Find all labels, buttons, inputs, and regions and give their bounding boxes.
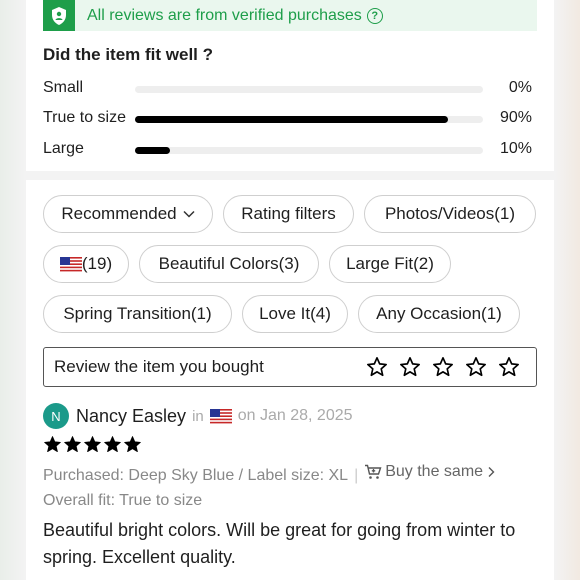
reviewer-name: Nancy Easley bbox=[76, 405, 187, 426]
spring-transition-chip[interactable]: Spring Transition(1) bbox=[43, 295, 232, 333]
review-rating-stars bbox=[43, 435, 142, 454]
overall-fit: Overall fit: True to size bbox=[43, 492, 203, 509]
beautiful-colors-label: Beautiful Colors(3) bbox=[158, 254, 300, 273]
star-outline-icon[interactable] bbox=[399, 356, 421, 378]
reviewer-header: N Nancy Easley in on Jan 28, 2025 bbox=[43, 402, 353, 430]
love-it-chip[interactable]: Love It(4) bbox=[242, 295, 348, 333]
cart-icon bbox=[365, 464, 382, 479]
star-filled-icon bbox=[104, 436, 121, 453]
fit-progress-bar bbox=[135, 116, 483, 123]
review-item-prompt[interactable]: Review the item you bought bbox=[43, 347, 537, 387]
any-occasion-chip[interactable]: Any Occasion(1) bbox=[358, 295, 520, 333]
fit-progress-fill bbox=[135, 147, 170, 154]
buy-the-same-label: Buy the same bbox=[385, 463, 484, 480]
shield-check-icon bbox=[43, 0, 75, 31]
fit-row-percent: 90% bbox=[499, 109, 532, 126]
purchased-variant: Purchased: Deep Sky Blue / Label size: X… bbox=[43, 467, 349, 484]
star-outline-icon[interactable] bbox=[498, 356, 520, 378]
fit-row-label: Small bbox=[43, 79, 84, 96]
any-occasion-label: Any Occasion(1) bbox=[376, 304, 502, 323]
us-reviews-count: (19) bbox=[81, 254, 113, 273]
fit-row-label: True to size bbox=[43, 109, 126, 126]
star-filled-icon bbox=[124, 436, 141, 453]
photos-videos-chip[interactable]: Photos/Videos(1) bbox=[364, 195, 536, 233]
beautiful-colors-chip[interactable]: Beautiful Colors(3) bbox=[139, 245, 319, 283]
fit-question-title: Did the item fit well ? bbox=[43, 45, 214, 64]
purchase-info: Purchased: Deep Sky Blue / Label size: X… bbox=[43, 463, 495, 485]
reviewer-in-text: in bbox=[192, 407, 204, 425]
us-reviews-chip[interactable]: (19) bbox=[43, 245, 129, 283]
verified-purchases-text: All reviews are from verified purchases bbox=[87, 6, 362, 24]
large-fit-label: Large Fit(2) bbox=[346, 254, 434, 273]
fit-progress-bar bbox=[135, 86, 483, 93]
fit-row-percent: 10% bbox=[499, 140, 532, 157]
star-outline-icon[interactable] bbox=[432, 356, 454, 378]
rating-filters-label: Rating filters bbox=[241, 204, 336, 223]
chevron-right-icon bbox=[488, 467, 495, 477]
star-filled-icon bbox=[84, 436, 101, 453]
separator: | bbox=[354, 467, 359, 484]
chevron-down-icon bbox=[183, 210, 195, 218]
review-date: on Jan 28, 2025 bbox=[237, 407, 353, 424]
fit-row-large: Large 10% bbox=[43, 139, 537, 161]
fit-row-label: Large bbox=[43, 140, 84, 157]
large-fit-chip[interactable]: Large Fit(2) bbox=[329, 245, 451, 283]
help-icon[interactable]: ? bbox=[366, 7, 383, 24]
photos-videos-label: Photos/Videos(1) bbox=[384, 204, 516, 223]
fit-row-small: Small 0% bbox=[43, 78, 537, 100]
review-prompt-text: Review the item you bought bbox=[54, 357, 264, 376]
spring-transition-label: Spring Transition(1) bbox=[63, 304, 212, 323]
fit-row-percent: 0% bbox=[508, 79, 532, 96]
star-rating-input[interactable] bbox=[366, 356, 520, 378]
fit-progress-bar bbox=[135, 147, 483, 154]
buy-the-same-link[interactable]: Buy the same bbox=[364, 463, 495, 481]
fit-progress-fill bbox=[135, 116, 449, 123]
verified-purchases-banner: All reviews are from verified purchases … bbox=[43, 0, 537, 31]
star-filled-icon bbox=[44, 436, 61, 453]
rating-filters-chip[interactable]: Rating filters bbox=[223, 195, 354, 233]
us-flag-icon bbox=[59, 256, 82, 272]
avatar: N bbox=[43, 403, 69, 429]
star-outline-icon[interactable] bbox=[366, 356, 388, 378]
us-flag-icon bbox=[209, 408, 232, 424]
sort-label: Recommended bbox=[61, 204, 177, 223]
star-filled-icon bbox=[64, 436, 81, 453]
review-text: Beautiful bright colors. Will be great f… bbox=[43, 520, 516, 567]
sort-recommended-dropdown[interactable]: Recommended bbox=[43, 195, 213, 233]
love-it-label: Love It(4) bbox=[259, 304, 331, 323]
fit-row-true-to-size: True to size 90% bbox=[43, 108, 537, 130]
star-outline-icon[interactable] bbox=[465, 356, 487, 378]
